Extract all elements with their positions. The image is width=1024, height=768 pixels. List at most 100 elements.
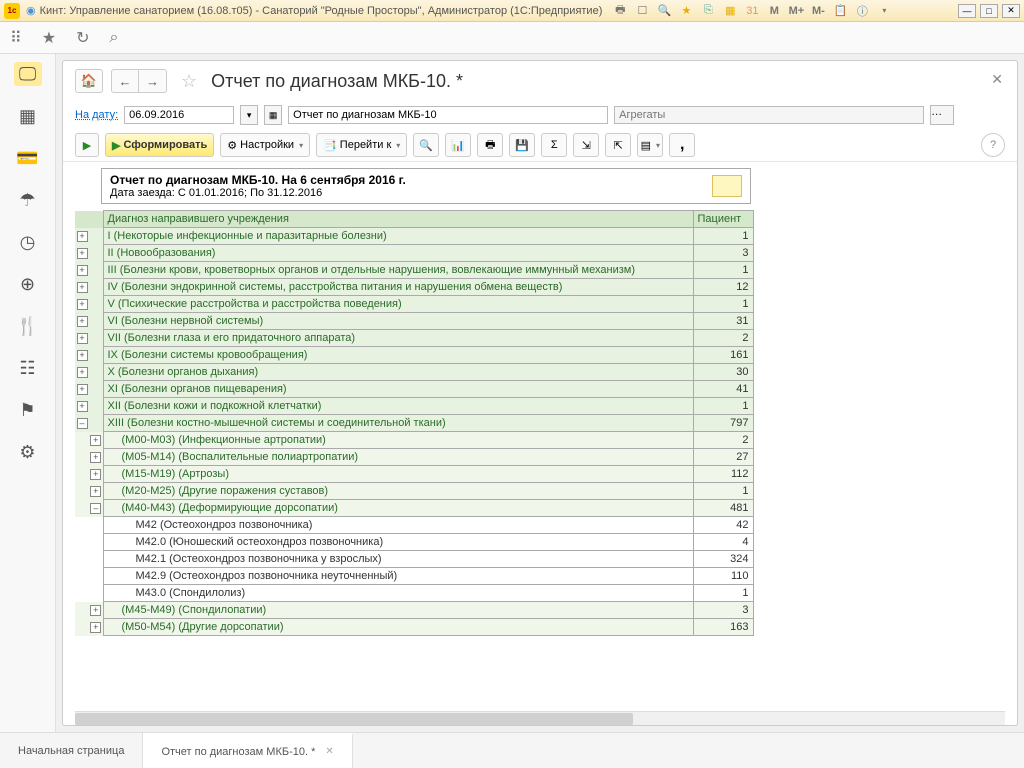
goto-button[interactable]: 📑 Перейти к▾ <box>316 133 407 157</box>
table-row[interactable]: +XII (Болезни кожи и подкожной клетчатки… <box>75 398 753 415</box>
table-row[interactable]: +I (Некоторые инфекционные и паразитарны… <box>75 228 753 245</box>
apps-icon[interactable]: ⠿ <box>10 28 22 48</box>
tab-document[interactable]: Отчет по диагнозам МКБ-10. *✕ <box>143 733 352 768</box>
date-picker-button[interactable]: ▦ <box>264 105 282 125</box>
tab-close-icon[interactable]: ✕ <box>325 746 333 757</box>
table-row[interactable]: M43.0 (Спондилолиз)1 <box>75 585 753 602</box>
calendar-icon[interactable]: 31 <box>744 3 760 19</box>
tool-chart[interactable]: 📊 <box>445 133 471 157</box>
clipboard-icon[interactable]: 📋 <box>832 3 848 19</box>
expand-icon[interactable]: – <box>90 503 101 514</box>
history-icon[interactable]: ↻ <box>76 28 89 48</box>
calc-icon[interactable]: ▦ <box>722 3 738 19</box>
expand-icon[interactable]: + <box>77 282 88 293</box>
m-plus-icon[interactable]: M+ <box>788 3 804 19</box>
help-button[interactable]: ? <box>981 133 1005 157</box>
expand-icon[interactable]: – <box>77 418 88 429</box>
sidebar-calendar[interactable]: ▦ <box>14 104 42 128</box>
expand-icon[interactable]: + <box>90 435 101 446</box>
info-icon[interactable]: ⓘ <box>854 3 870 19</box>
expand-icon[interactable]: + <box>90 469 101 480</box>
search-icon[interactable]: 🔍 <box>656 3 672 19</box>
dropdown-icon[interactable]: ▾ <box>876 3 892 19</box>
run-button[interactable]: ▶Сформировать <box>105 133 214 157</box>
aggregates-more-button[interactable]: … <box>930 105 954 125</box>
sidebar-plus[interactable]: ⊕ <box>14 272 42 296</box>
table-row[interactable]: +(M45-M49) (Спондилопатии)3 <box>75 602 753 619</box>
close-icon[interactable]: ✕ <box>991 71 1003 88</box>
sidebar-settings[interactable]: ⚙ <box>14 440 42 464</box>
description-input[interactable] <box>288 106 608 124</box>
expand-icon[interactable]: + <box>77 231 88 242</box>
date-dropdown[interactable]: ▾ <box>240 105 258 125</box>
table-row[interactable]: +(M05-M14) (Воспалительные полиартропати… <box>75 449 753 466</box>
m-icon[interactable]: M <box>766 3 782 19</box>
table-row[interactable]: –XIII (Болезни костно-мышечной системы и… <box>75 415 753 432</box>
table-row[interactable]: +IV (Болезни эндокринной системы, расстр… <box>75 279 753 296</box>
table-row[interactable]: M42 (Остеохондроз позвоночника)42 <box>75 517 753 534</box>
horizontal-scrollbar[interactable] <box>75 711 1005 725</box>
table-row[interactable]: +(M15-M19) (Артрозы)112 <box>75 466 753 483</box>
table-row[interactable]: +(M50-M54) (Другие дорсопатии)163 <box>75 619 753 636</box>
forward-button[interactable]: → <box>139 69 167 93</box>
expand-icon[interactable]: + <box>77 350 88 361</box>
table-row[interactable]: +III (Болезни крови, кроветворных органо… <box>75 262 753 279</box>
table-row[interactable]: M42.9 (Остеохондроз позвоночника неуточн… <box>75 568 753 585</box>
table-row[interactable]: +IX (Болезни системы кровообращения)161 <box>75 347 753 364</box>
fav-icon[interactable]: ★ <box>678 3 694 19</box>
expand-icon[interactable]: + <box>90 452 101 463</box>
table-row[interactable]: +(M20-M25) (Другие поражения суставов)1 <box>75 483 753 500</box>
aggregates-input[interactable] <box>614 106 924 124</box>
sidebar-food[interactable]: 🍴 <box>14 314 42 338</box>
sidebar-card[interactable]: 💳 <box>14 146 42 170</box>
table-row[interactable]: +VI (Болезни нервной системы)31 <box>75 313 753 330</box>
sidebar-clock[interactable]: ◷ <box>14 230 42 254</box>
table-row[interactable]: +XI (Болезни органов пищеварения)41 <box>75 381 753 398</box>
expand-icon[interactable]: + <box>77 401 88 412</box>
tool-comma[interactable]: , <box>669 133 695 157</box>
preview-icon[interactable]: ☐ <box>634 3 650 19</box>
table-row[interactable]: +(M00-M03) (Инфекционные артропатии)2 <box>75 432 753 449</box>
tool-export[interactable]: ▤▾ <box>637 133 663 157</box>
expand-icon[interactable]: + <box>90 622 101 633</box>
tool-collapse[interactable]: ⇱ <box>605 133 631 157</box>
expand-icon[interactable]: + <box>90 486 101 497</box>
expand-icon[interactable]: + <box>77 367 88 378</box>
tab-start[interactable]: Начальная страница <box>0 733 143 768</box>
tool-print[interactable]: 🖶 <box>477 133 503 157</box>
close-button[interactable]: ✕ <box>1002 4 1020 18</box>
back-button[interactable]: ← <box>111 69 139 93</box>
settings-button[interactable]: ⚙ Настройки▾ <box>220 133 310 157</box>
table-row[interactable]: –(M40-M43) (Деформирующие дорсопатии)481 <box>75 500 753 517</box>
tool-save[interactable]: 💾 <box>509 133 535 157</box>
sidebar-storage[interactable]: ☷ <box>14 356 42 380</box>
tool-zoom[interactable]: 🔍 <box>413 133 439 157</box>
expand-icon[interactable]: + <box>77 265 88 276</box>
search-icon[interactable]: ⌕ <box>109 29 118 47</box>
sidebar-lamp[interactable]: ☂ <box>14 188 42 212</box>
expand-icon[interactable]: + <box>90 605 101 616</box>
home-button[interactable]: 🏠 <box>75 69 103 93</box>
tool-sum[interactable]: Σ <box>541 133 567 157</box>
table-row[interactable]: +II (Новообразования)3 <box>75 245 753 262</box>
table-row[interactable]: +V (Психические расстройства и расстройс… <box>75 296 753 313</box>
maximize-button[interactable]: □ <box>980 4 998 18</box>
expand-icon[interactable]: + <box>77 333 88 344</box>
scrollbar-thumb[interactable] <box>75 713 633 725</box>
expand-icon[interactable]: + <box>77 248 88 259</box>
sidebar-flag[interactable]: ⚑ <box>14 398 42 422</box>
expand-icon[interactable]: + <box>77 299 88 310</box>
expand-icon[interactable]: + <box>77 316 88 327</box>
minimize-button[interactable]: — <box>958 4 976 18</box>
date-input[interactable] <box>124 106 234 124</box>
link-icon[interactable]: ⎘ <box>700 3 716 19</box>
m-minus-icon[interactable]: M- <box>810 3 826 19</box>
sidebar-monitor[interactable]: 🖵 <box>14 62 42 86</box>
tool-expand[interactable]: ⇲ <box>573 133 599 157</box>
expand-icon[interactable]: + <box>77 384 88 395</box>
table-row[interactable]: M42.1 (Остеохондроз позвоночника у взрос… <box>75 551 753 568</box>
star-icon[interactable]: ★ <box>42 28 56 48</box>
print-icon[interactable]: 🖶 <box>612 3 628 19</box>
table-row[interactable]: +VII (Болезни глаза и его придаточного а… <box>75 330 753 347</box>
play-button[interactable]: ▶ <box>75 133 99 157</box>
